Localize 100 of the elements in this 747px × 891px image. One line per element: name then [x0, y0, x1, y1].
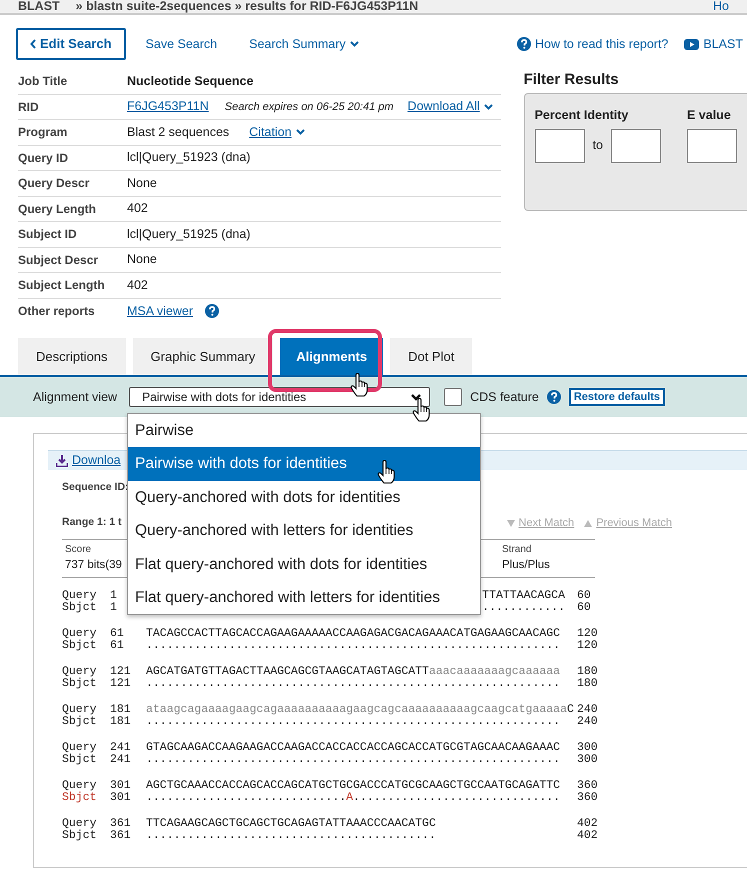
- download-icon: [56, 454, 68, 466]
- position-number: 180: [577, 678, 598, 690]
- match-dots: ..........................................: [146, 830, 436, 842]
- query-sequence: TTATTAACAGCA: [482, 590, 565, 602]
- chevron-down-icon: [411, 394, 422, 400]
- query-sequence-text: C: [566, 704, 574, 716]
- field-label: Subject ID: [18, 226, 78, 244]
- column-header: Score: [65, 543, 92, 558]
- download-link[interactable]: Downloa: [72, 451, 121, 470]
- filter-label: Percent Identity: [534, 107, 630, 124]
- input-field[interactable]: [534, 128, 585, 163]
- position-number: 402: [577, 818, 598, 830]
- help-icon: [516, 37, 531, 51]
- sequence-label: Sbjct: [62, 640, 98, 652]
- dropdown-option[interactable]: Flat query-anchored with letters for identities: [128, 580, 480, 614]
- toolbar-link[interactable]: Search Summary: [245, 34, 363, 54]
- dropdown-option[interactable]: Pairwise with dots for identities: [128, 447, 480, 481]
- position-number: 181: [110, 704, 132, 716]
- position-number: 120: [577, 628, 598, 640]
- help-link[interactable]: How to read this report?: [534, 34, 668, 54]
- sequence-label: Query: [62, 628, 98, 640]
- tab[interactable]: Dot Plot: [390, 338, 472, 375]
- dropdown-option[interactable]: Query-anchored with dots for identities: [128, 480, 480, 514]
- match-line-text: A: [346, 792, 354, 804]
- position-number: 61: [110, 640, 125, 652]
- position-number: 360: [577, 792, 598, 804]
- position-number: 361: [110, 830, 132, 842]
- match-line-text: ..............................: [353, 792, 560, 804]
- position-number: 301: [110, 792, 132, 804]
- field-label: Other reports: [18, 303, 96, 320]
- input-field[interactable]: [611, 128, 661, 163]
- help-link[interactable]: BLAST: [703, 34, 743, 54]
- strand-value: Plus/Plus: [502, 558, 551, 574]
- match-dots: ............................................................: [146, 754, 560, 766]
- query-sequence-text: AGCATGATGTTAGACTTAAGCAGCGTAAGCATAGTAGCATT: [146, 666, 429, 678]
- score-value: 737 bits(39: [65, 558, 122, 574]
- position-number: 61: [110, 628, 125, 640]
- dropdown-option[interactable]: Query-anchored with letters for identities: [128, 514, 480, 548]
- video-icon: [684, 38, 700, 50]
- field-value: lcl|Query_51925 (dna): [127, 226, 250, 243]
- chevron-down-icon: [484, 104, 493, 110]
- position-number: 1: [110, 602, 118, 614]
- restore-defaults-button[interactable]: Restore defaults: [568, 388, 666, 406]
- field-label: Job Title: [18, 73, 68, 90]
- help-icon: [546, 390, 561, 404]
- site-name[interactable]: BLAST: [18, 0, 60, 13]
- sequence-label: Query: [62, 590, 98, 602]
- position-number: 361: [110, 818, 132, 830]
- checkbox[interactable]: [444, 388, 462, 406]
- position-number: 241: [110, 754, 132, 766]
- field-value: Nucleotide Sequence: [127, 72, 254, 90]
- tab[interactable]: Alignments: [280, 338, 384, 375]
- toolbar-link[interactable]: Save Search: [142, 34, 222, 54]
- position-number: 360: [577, 780, 598, 792]
- field-value: None: [127, 251, 157, 268]
- position-number: 121: [110, 666, 132, 678]
- range-label: Range 1: 1 t: [62, 515, 122, 530]
- edit-search-button[interactable]: Edit Search: [16, 28, 126, 60]
- dropdown-option[interactable]: Pairwise: [128, 414, 480, 448]
- position-number: 240: [577, 704, 598, 716]
- checkbox-label: CDS feature: [470, 388, 539, 406]
- expiry-note: Search expires on 06-25 20:41 pm: [224, 100, 394, 114]
- sequence-label: Query: [62, 704, 98, 716]
- rid-link[interactable]: F6JG453P11N: [127, 97, 209, 116]
- alignment-view-select[interactable]: Pairwise with dots for identities: [129, 387, 430, 407]
- citation-link[interactable]: Citation: [249, 122, 305, 142]
- chevron-down-icon: [296, 129, 305, 136]
- query-sequence: AGCTGCAAACCACCAGCACCAGCATGCTGCGACCCATGCGCAAGCTGCCAATGCAGATTC: [146, 780, 560, 792]
- query-sequence: TTCAGAAGCAGCTGCAGCTGCAGAGTATTAAACCCAACATGC: [146, 818, 436, 830]
- sequence-label: Sbjct: [62, 754, 98, 766]
- chevron-down-icon: [350, 41, 359, 47]
- position-number: 300: [577, 742, 598, 754]
- triangle-up-icon: [584, 520, 592, 526]
- query-sequence: GTAGCAAGACCAAGAAGACCAAGACCACCACCACCAGCACCATGCGTAGCAACAAGAAAC: [146, 742, 560, 754]
- position-number: 240: [577, 716, 598, 728]
- position-number: 301: [110, 780, 132, 792]
- hand-cursor-icon: [350, 373, 368, 397]
- header-link[interactable]: Ho: [713, 0, 729, 13]
- sequence-label: Sbjct: [62, 602, 98, 614]
- field-label: Program: [18, 124, 68, 142]
- hand-cursor-icon: [377, 460, 395, 484]
- triangle-down-icon: [506, 520, 515, 526]
- tab[interactable]: Descriptions: [18, 338, 126, 375]
- position-number: 181: [110, 716, 132, 728]
- dropdown-option[interactable]: Flat query-anchored with dots for identities: [128, 548, 480, 581]
- help-icon: [205, 304, 219, 318]
- msa-viewer-link[interactable]: MSA viewer: [127, 302, 193, 321]
- sequence-id-label: Sequence ID:: [62, 480, 130, 495]
- filter-label: E value: [687, 107, 732, 124]
- input-field[interactable]: [687, 128, 737, 163]
- tab[interactable]: Graphic Summary: [132, 338, 274, 375]
- position-number: 241: [110, 742, 132, 754]
- position-number: 60: [577, 602, 591, 614]
- field-value: lcl|Query_51923 (dna): [127, 149, 250, 166]
- position-number: 180: [577, 666, 598, 678]
- field-label: Subject Descr: [18, 252, 100, 269]
- sequence-label: Sbjct: [62, 792, 98, 804]
- position-number: 60: [577, 590, 591, 602]
- download-all-link[interactable]: Download All: [408, 97, 493, 116]
- field-label: Subject Length: [18, 277, 106, 294]
